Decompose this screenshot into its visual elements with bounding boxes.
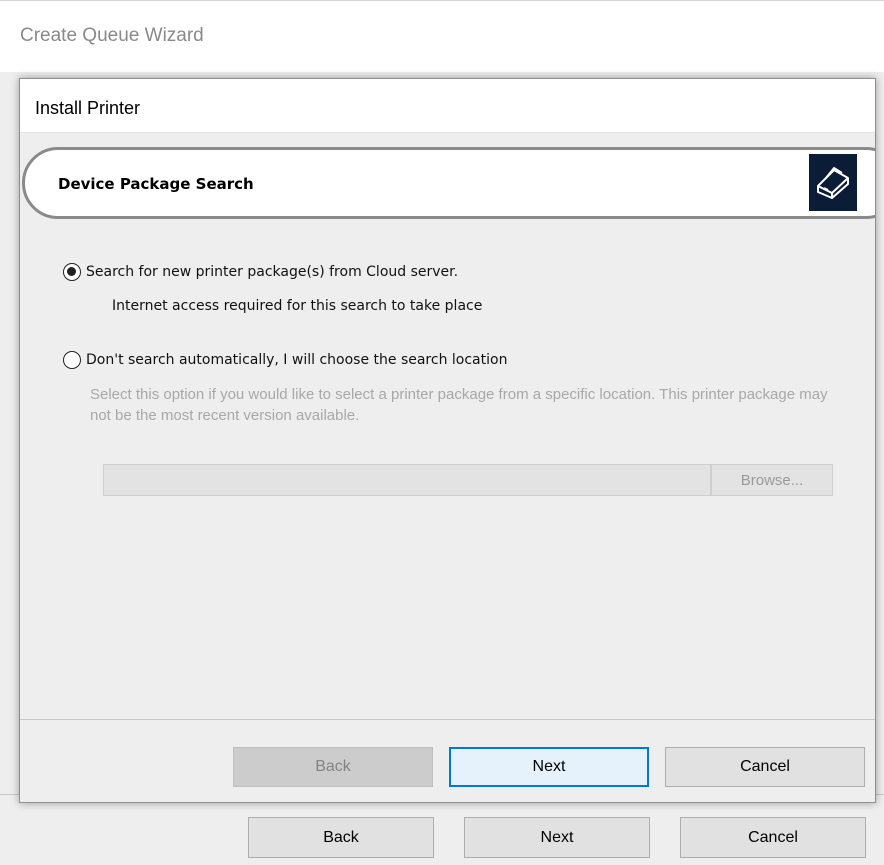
dialog-footer-divider [20, 719, 875, 720]
dialog-back-button[interactable]: Back [233, 747, 433, 787]
dialog-title: Install Printer [35, 98, 141, 118]
outer-title-bar: Create Queue Wizard [0, 0, 884, 72]
install-printer-dialog: Install Printer Device Package Search Se… [19, 78, 876, 803]
dialog-next-button[interactable]: Next [449, 747, 649, 787]
outer-window-title: Create Queue Wizard [20, 25, 204, 46]
manual-search-description: Select this option if you would like to … [90, 386, 828, 424]
section-title: Device Package Search [58, 175, 254, 193]
manual-search-radio[interactable] [63, 351, 81, 369]
cloud-search-option[interactable]: Search for new printer package(s) from C… [63, 263, 458, 281]
cloud-search-label: Search for new printer package(s) from C… [86, 264, 459, 280]
package-path-input[interactable] [103, 464, 711, 496]
dialog-title-bar: Install Printer [20, 79, 875, 133]
outer-cancel-button[interactable]: Cancel [680, 817, 866, 858]
printer-icon [809, 154, 857, 211]
outer-back-button[interactable]: Back [248, 817, 434, 858]
dialog-cancel-button[interactable]: Cancel [665, 747, 865, 787]
manual-search-label: Don't search automatically, I will choos… [86, 352, 508, 368]
manual-search-option[interactable]: Don't search automatically, I will choos… [63, 351, 507, 369]
browse-button[interactable]: Browse... [711, 464, 833, 496]
cloud-search-description: Internet access required for this search… [112, 298, 483, 314]
outer-next-button[interactable]: Next [464, 817, 650, 858]
cloud-search-radio[interactable] [63, 263, 81, 281]
